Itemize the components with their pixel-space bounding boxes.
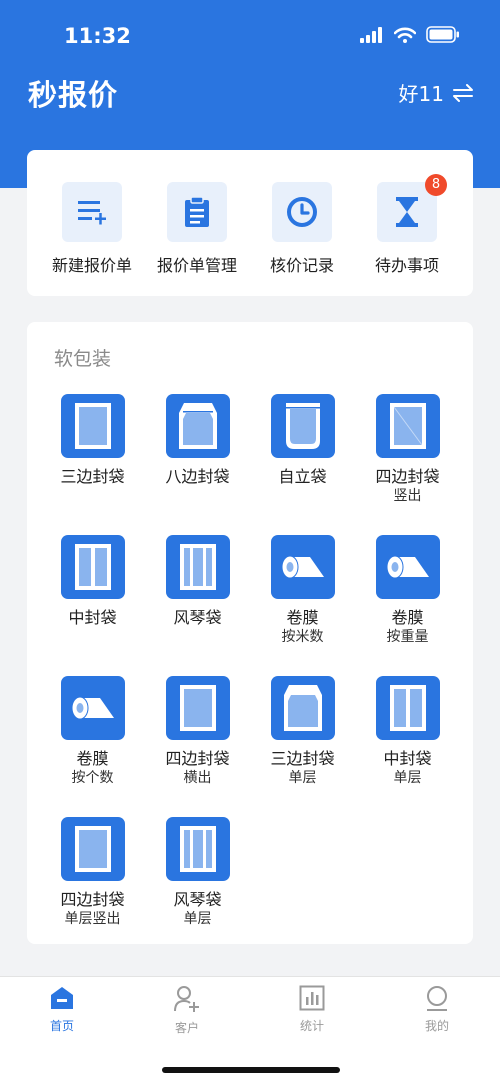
user-name: 好11 xyxy=(398,82,444,106)
four-side-seal-bag-icon xyxy=(375,394,440,458)
product-name: 风琴袋 xyxy=(173,890,222,909)
user-switch-button[interactable]: 好11 xyxy=(399,78,474,107)
product-name: 卷膜 xyxy=(76,749,109,768)
profile-icon xyxy=(427,986,447,1011)
clock-icon xyxy=(272,182,332,242)
status-time: 11:32 xyxy=(64,24,131,48)
product-subtitle: 单层 xyxy=(183,911,212,927)
battery-icon xyxy=(426,26,459,43)
tab-label: 客户 xyxy=(174,1021,199,1035)
page-title: 秒报价 xyxy=(28,78,119,112)
tab-statistics[interactable]: 统计 xyxy=(272,985,352,1034)
product-item[interactable]: 卷膜 按米数 xyxy=(250,535,355,646)
four-side-seal-bag-icon xyxy=(165,676,230,740)
product-item[interactable]: 卷膜 按重量 xyxy=(355,535,460,646)
quote-management-button[interactable]: 报价单管理 xyxy=(142,182,252,276)
gusset-bag-icon xyxy=(165,817,230,881)
bar-chart-icon xyxy=(299,985,325,1011)
price-check-records-button[interactable]: 核价记录 xyxy=(247,182,357,276)
todo-badge: 8 xyxy=(425,174,447,196)
product-name: 四边封袋 xyxy=(165,749,230,768)
soft-packaging-card: 软包装 三边封袋 八边封袋 自立袋 四边封袋 竖出 中封袋 风琴袋 卷膜 按米数… xyxy=(27,322,473,944)
tab-label: 统计 xyxy=(299,1019,324,1033)
product-subtitle: 按重量 xyxy=(386,629,429,645)
product-item[interactable]: 四边封袋 竖出 xyxy=(355,394,460,505)
product-subtitle: 按米数 xyxy=(281,629,324,645)
clipboard-icon xyxy=(167,182,227,242)
product-subtitle: 横出 xyxy=(183,770,212,786)
tab-profile[interactable]: 我的 xyxy=(397,985,477,1034)
product-name: 中封袋 xyxy=(383,749,432,768)
gusset-bag-icon xyxy=(165,535,230,599)
three-side-seal-bag-icon xyxy=(60,394,125,458)
product-item[interactable]: 八边封袋 xyxy=(145,394,250,487)
product-name: 三边封袋 xyxy=(60,467,125,486)
status-icons xyxy=(360,26,460,43)
product-name: 卷膜 xyxy=(391,608,424,627)
tab-customers[interactable]: 客户 xyxy=(147,985,227,1036)
price-check-records-label: 核价记录 xyxy=(269,256,334,275)
product-item[interactable]: 中封袋 xyxy=(40,535,145,628)
center-seal-bag-icon xyxy=(60,535,125,599)
product-item[interactable]: 四边封袋 横出 xyxy=(145,676,250,787)
four-side-seal-bag-icon xyxy=(60,817,125,881)
new-quote-button[interactable]: 新建报价单 xyxy=(37,182,147,276)
film-roll-icon xyxy=(375,535,440,599)
product-name: 自立袋 xyxy=(278,467,327,486)
product-name: 卷膜 xyxy=(286,608,319,627)
product-item[interactable]: 风琴袋 单层 xyxy=(145,817,250,928)
home-icon xyxy=(51,987,73,1009)
center-seal-bag-icon xyxy=(375,676,440,740)
add-user-icon xyxy=(174,986,199,1012)
product-name: 四边封袋 xyxy=(60,890,125,909)
quote-management-label: 报价单管理 xyxy=(156,256,237,275)
film-roll-icon xyxy=(270,535,335,599)
new-list-icon xyxy=(62,182,122,242)
todo-label: 待办事项 xyxy=(374,256,439,275)
product-item[interactable]: 三边封袋 xyxy=(40,394,145,487)
product-item[interactable]: 中封袋 单层 xyxy=(355,676,460,787)
todo-button[interactable]: 8 待办事项 xyxy=(352,174,462,276)
quick-actions-card: 新建报价单 报价单管理 核价记录 8 待办事项 xyxy=(27,150,473,296)
product-name: 四边封袋 xyxy=(375,467,440,486)
home-indicator xyxy=(162,1067,340,1073)
product-item[interactable]: 三边封袋 单层 xyxy=(250,676,355,787)
tab-label: 首页 xyxy=(49,1019,74,1033)
switch-arrows-icon xyxy=(453,83,473,102)
product-subtitle: 单层 xyxy=(288,770,317,786)
product-name: 三边封袋 xyxy=(270,749,335,768)
product-subtitle: 按个数 xyxy=(71,770,114,786)
film-roll-icon xyxy=(60,676,125,740)
product-name: 中封袋 xyxy=(68,608,117,627)
hourglass-icon: 8 xyxy=(377,174,447,242)
eight-side-seal-bag-icon xyxy=(165,394,230,458)
product-subtitle: 单层竖出 xyxy=(64,911,121,927)
product-name: 风琴袋 xyxy=(173,608,222,627)
product-subtitle: 竖出 xyxy=(393,488,422,504)
three-side-seal-bag-icon xyxy=(270,676,335,740)
product-item[interactable]: 自立袋 xyxy=(250,394,355,487)
wifi-icon xyxy=(394,27,416,43)
tab-home[interactable]: 首页 xyxy=(22,985,102,1034)
product-item[interactable]: 四边封袋 单层竖出 xyxy=(40,817,145,928)
stand-up-pouch-icon xyxy=(270,394,335,458)
product-name: 八边封袋 xyxy=(165,467,230,486)
new-quote-label: 新建报价单 xyxy=(51,256,132,275)
tab-label: 我的 xyxy=(424,1019,449,1033)
signal-icon xyxy=(360,26,382,43)
product-subtitle: 单层 xyxy=(393,770,422,786)
status-bar: 11:32 xyxy=(0,0,500,74)
product-item[interactable]: 卷膜 按个数 xyxy=(40,676,145,787)
product-item[interactable]: 风琴袋 xyxy=(145,535,250,628)
section-title: 软包装 xyxy=(54,348,112,370)
